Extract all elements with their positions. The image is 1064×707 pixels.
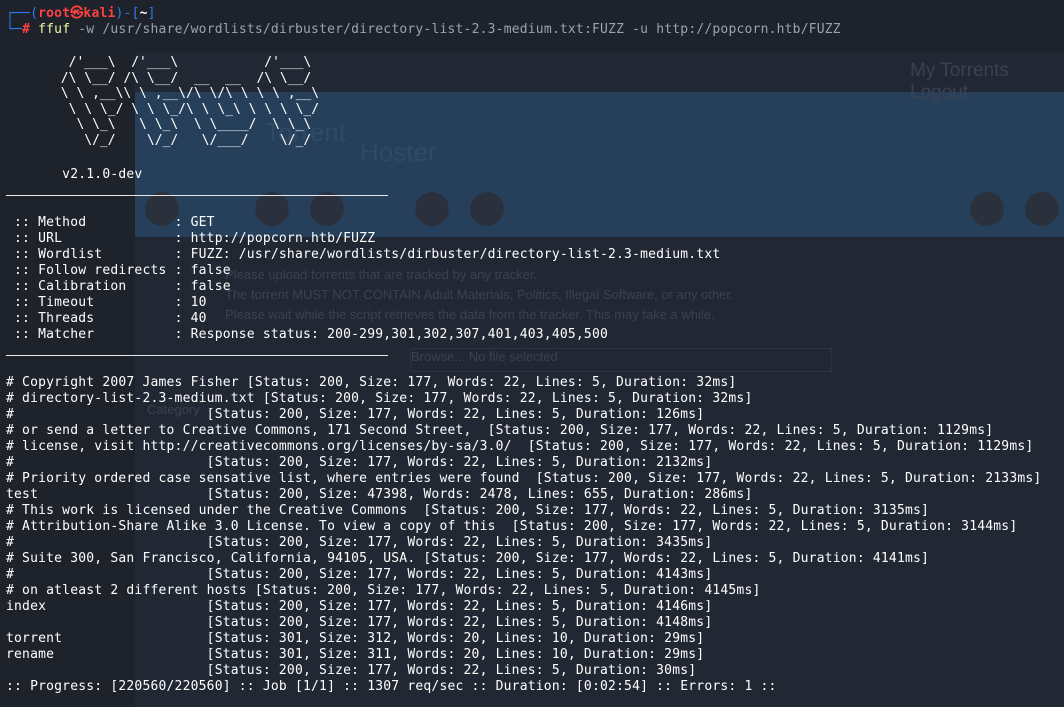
prompt-arrow: └─ bbox=[6, 22, 23, 37]
config-row: :: Threads : 40 bbox=[6, 311, 207, 327]
config-value: : FUZZ: /usr/share/wordlists/dirbuster/d… bbox=[174, 247, 721, 262]
config-value: : Response status: 200-299,301,302,307,4… bbox=[174, 327, 609, 342]
prompt-cwd: ~ bbox=[139, 6, 148, 21]
config-key: :: URL bbox=[6, 231, 175, 246]
config-key: :: Wordlist bbox=[6, 247, 175, 262]
result-line: # or send a letter to Creative Commons, … bbox=[6, 423, 994, 438]
config-key: :: Matcher bbox=[6, 327, 175, 342]
config-row: :: Wordlist : FUZZ: /usr/share/wordlists… bbox=[6, 247, 720, 263]
result-line: # Suite 300, San Francisco, California, … bbox=[6, 551, 930, 566]
result-line: # [Status: 200, Size: 177, Words: 22, Li… bbox=[6, 455, 713, 470]
ffuf-ascii-banner: /'___\ /'___\ /'___\ /\ \__/ /\ \__/ __ … bbox=[60, 55, 320, 148]
result-line: # [Status: 200, Size: 177, Words: 22, Li… bbox=[6, 535, 713, 550]
prompt-line: ┌──(root㉿kali)-[~] bbox=[6, 6, 156, 22]
config-key: :: Threads bbox=[6, 311, 175, 326]
divider bbox=[6, 355, 388, 356]
result-line: # Priority ordered case sensative list, … bbox=[6, 471, 1042, 486]
config-row: :: Calibration : false bbox=[6, 279, 231, 295]
config-value: : false bbox=[174, 279, 231, 294]
config-key: :: Timeout bbox=[6, 295, 175, 310]
result-line: rename [Status: 301, Size: 311, Words: 2… bbox=[6, 647, 705, 662]
config-value: : 40 bbox=[174, 311, 207, 326]
progress-line: :: Progress: [220560/220560] :: Job [1/1… bbox=[6, 679, 777, 694]
config-row: :: Follow redirects : false bbox=[6, 263, 231, 279]
config-row: :: Method : GET bbox=[6, 215, 215, 231]
result-line: [Status: 200, Size: 177, Words: 22, Line… bbox=[6, 615, 713, 630]
command-url-arg: http://popcorn.htb/FUZZ bbox=[656, 22, 841, 37]
config-key: :: Method bbox=[6, 215, 175, 230]
result-line: # license, visit http://creativecommons.… bbox=[6, 439, 1034, 454]
result-line: # directory-list-2.3-medium.txt [Status:… bbox=[6, 391, 753, 406]
prompt-hash: # bbox=[22, 22, 31, 37]
config-value: : false bbox=[174, 263, 231, 278]
result-line: # on atleast 2 different hosts [Status: … bbox=[6, 583, 761, 598]
command-flag-w: -w bbox=[78, 22, 95, 37]
result-line: # Copyright 2007 James Fisher [Status: 2… bbox=[6, 375, 737, 390]
result-line: # Attribution-Share Alike 3.0 License. T… bbox=[6, 519, 1018, 534]
config-value: : GET bbox=[174, 215, 215, 230]
config-row: :: Timeout : 10 bbox=[6, 295, 207, 311]
result-line: # [Status: 200, Size: 177, Words: 22, Li… bbox=[6, 407, 705, 422]
terminal-window[interactable]: ┌──(root㉿kali)-[~] └─# ffuf -w /usr/shar… bbox=[0, 0, 1064, 707]
result-line: # [Status: 200, Size: 177, Words: 22, Li… bbox=[6, 567, 713, 582]
result-line: index [Status: 200, Size: 177, Words: 22… bbox=[6, 599, 713, 614]
prompt-user: root㉿kali bbox=[38, 6, 116, 21]
prompt-open-bracket: ┌──( bbox=[6, 6, 39, 21]
config-row: :: Matcher : Response status: 200-299,30… bbox=[6, 327, 608, 343]
command-flag-u: -u bbox=[632, 22, 649, 37]
config-row: :: URL : http://popcorn.htb/FUZZ bbox=[6, 231, 375, 247]
result-line: torrent [Status: 301, Size: 312, Words: … bbox=[6, 631, 705, 646]
command-name: ffuf bbox=[38, 22, 71, 37]
prompt-mid: )-[ bbox=[115, 6, 140, 21]
result-line: test [Status: 200, Size: 47398, Words: 2… bbox=[6, 487, 753, 502]
config-value: : http://popcorn.htb/FUZZ bbox=[174, 231, 376, 246]
command-wordlist-arg: /usr/share/wordlists/dirbuster/directory… bbox=[102, 22, 625, 37]
config-key: :: Calibration bbox=[6, 279, 175, 294]
ffuf-version: v2.1.0-dev bbox=[6, 167, 143, 182]
config-value: : 10 bbox=[174, 295, 207, 310]
divider bbox=[6, 195, 388, 196]
config-key: :: Follow redirects bbox=[6, 263, 175, 278]
command-line: └─# ffuf -w /usr/share/wordlists/dirbust… bbox=[6, 22, 841, 38]
prompt-close-bracket: ] bbox=[147, 6, 156, 21]
result-line: # This work is licensed under the Creati… bbox=[6, 503, 930, 518]
result-line: [Status: 200, Size: 177, Words: 22, Line… bbox=[6, 663, 697, 678]
